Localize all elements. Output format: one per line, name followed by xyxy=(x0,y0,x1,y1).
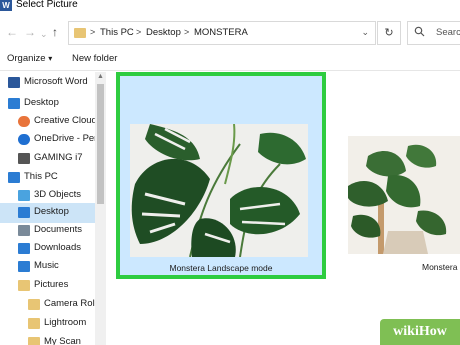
address-row: ← → ⌄ ↑ > This PC > Desktop > MONSTERA ⌄… xyxy=(0,20,460,46)
scroll-up-arrow-icon[interactable]: ▲ xyxy=(97,73,104,80)
folder-icon xyxy=(28,337,40,345)
sidebar-item-label: 3D Objects xyxy=(34,189,81,200)
folder-icon xyxy=(74,28,86,38)
toolbar: Organize ▾ New folder xyxy=(0,47,460,71)
sidebar-item-label: GAMING i7 xyxy=(34,152,83,163)
sidebar-item-label: Downloads xyxy=(34,242,81,253)
search-icon xyxy=(414,26,425,40)
sidebar-item-label: Pictures xyxy=(34,279,69,290)
downloads-icon xyxy=(18,243,30,254)
address-bar[interactable]: > This PC > Desktop > MONSTERA ⌄ xyxy=(68,21,376,45)
new-folder-button[interactable]: New folder xyxy=(72,53,117,64)
navigation-pane: Microsoft Word Desktop Creative Cloud F One… xyxy=(0,72,107,345)
sidebar-item[interactable]: Music xyxy=(0,257,95,277)
search-placeholder: Search xyxy=(436,27,460,38)
sidebar-item[interactable]: This PC xyxy=(0,168,95,188)
sidebar-item-label: My Scan xyxy=(44,336,81,345)
music-icon xyxy=(18,261,30,272)
3d-objects-icon xyxy=(18,190,30,201)
sidebar-item[interactable]: Lightroom xyxy=(0,314,95,334)
search-input[interactable]: Search xyxy=(407,21,460,45)
forward-arrow-icon[interactable]: → xyxy=(24,26,36,38)
file-tile-selected[interactable]: Monstera Landscape mode xyxy=(116,72,326,279)
breadcrumb-this-pc[interactable]: This PC xyxy=(100,27,134,38)
onedrive-icon xyxy=(18,134,30,145)
sidebar-item[interactable]: Desktop xyxy=(0,203,95,223)
breadcrumb-monstera[interactable]: MONSTERA xyxy=(194,27,248,38)
sidebar-item[interactable]: Camera Roll xyxy=(0,295,97,315)
watermark-wiki: wiki xyxy=(393,324,419,339)
sidebar-item-label: Desktop xyxy=(24,97,59,108)
word-icon xyxy=(8,77,20,88)
file-name-label: Monstera xyxy=(422,262,458,272)
thumbnail-monstera[interactable] xyxy=(348,136,460,254)
sidebar-item-label: Camera Roll xyxy=(44,298,97,309)
sidebar-item-label: Microsoft Word xyxy=(24,76,88,87)
sidebar-item-label: This PC xyxy=(24,171,58,182)
up-arrow-icon[interactable]: ↑ xyxy=(52,26,58,38)
desktop-folder-icon xyxy=(18,207,30,218)
sidebar-scrollbar[interactable]: ▲ xyxy=(95,72,106,345)
recent-locations-chevron-icon[interactable]: ⌄ xyxy=(40,28,48,40)
folder-icon xyxy=(28,299,40,310)
thumbnail-monstera-landscape xyxy=(130,124,308,257)
address-dropdown-chevron-icon[interactable]: ⌄ xyxy=(361,27,369,38)
wikihow-watermark: wikiHow xyxy=(380,319,460,345)
back-arrow-icon[interactable]: ← xyxy=(6,26,18,38)
breadcrumb-separator: > xyxy=(136,27,142,37)
folder-icon xyxy=(28,318,40,329)
organize-menu[interactable]: Organize ▾ xyxy=(7,53,52,64)
sidebar-item[interactable]: Desktop xyxy=(0,94,95,114)
refresh-icon: ↻ xyxy=(384,27,394,39)
sidebar-item[interactable]: GAMING i7 xyxy=(0,149,95,169)
breadcrumb-desktop[interactable]: Desktop xyxy=(146,27,181,38)
desktop-folder-icon xyxy=(8,98,20,109)
sidebar-item[interactable]: Creative Cloud F xyxy=(0,112,105,132)
pictures-icon xyxy=(18,280,30,291)
sidebar-item-label: Desktop xyxy=(34,206,69,217)
creative-cloud-icon xyxy=(18,116,30,127)
organize-label: Organize xyxy=(7,53,46,64)
sidebar-item-label: Documents xyxy=(34,224,83,235)
file-name-label: Monstera Landscape mode xyxy=(169,263,273,273)
sidebar-item[interactable]: Microsoft Word xyxy=(0,73,95,93)
sidebar-item[interactable]: Pictures xyxy=(0,276,95,296)
sidebar-item[interactable]: Downloads xyxy=(0,239,95,259)
word-app-icon: W xyxy=(0,0,12,11)
sidebar-item-label: Lightroom xyxy=(44,317,87,328)
breadcrumb-separator: > xyxy=(90,27,96,37)
sidebar-item[interactable]: My Scan xyxy=(0,333,95,345)
user-icon xyxy=(18,153,30,164)
computer-icon xyxy=(8,172,20,183)
breadcrumb-separator: > xyxy=(184,27,190,37)
sidebar-item[interactable]: OneDrive - Perso xyxy=(0,130,107,150)
sidebar-item-label: Music xyxy=(34,260,59,271)
window-title: Select Picture xyxy=(16,0,78,10)
refresh-button[interactable]: ↻ xyxy=(377,21,401,45)
organize-caret-icon: ▾ xyxy=(48,54,53,63)
sidebar-scrollbar-thumb[interactable] xyxy=(97,84,104,204)
documents-icon xyxy=(18,225,30,236)
watermark-how: How xyxy=(418,324,447,339)
file-view: Monstera Landscape mode Monstera xyxy=(106,72,460,345)
sidebar-item[interactable]: Documents xyxy=(0,221,95,241)
